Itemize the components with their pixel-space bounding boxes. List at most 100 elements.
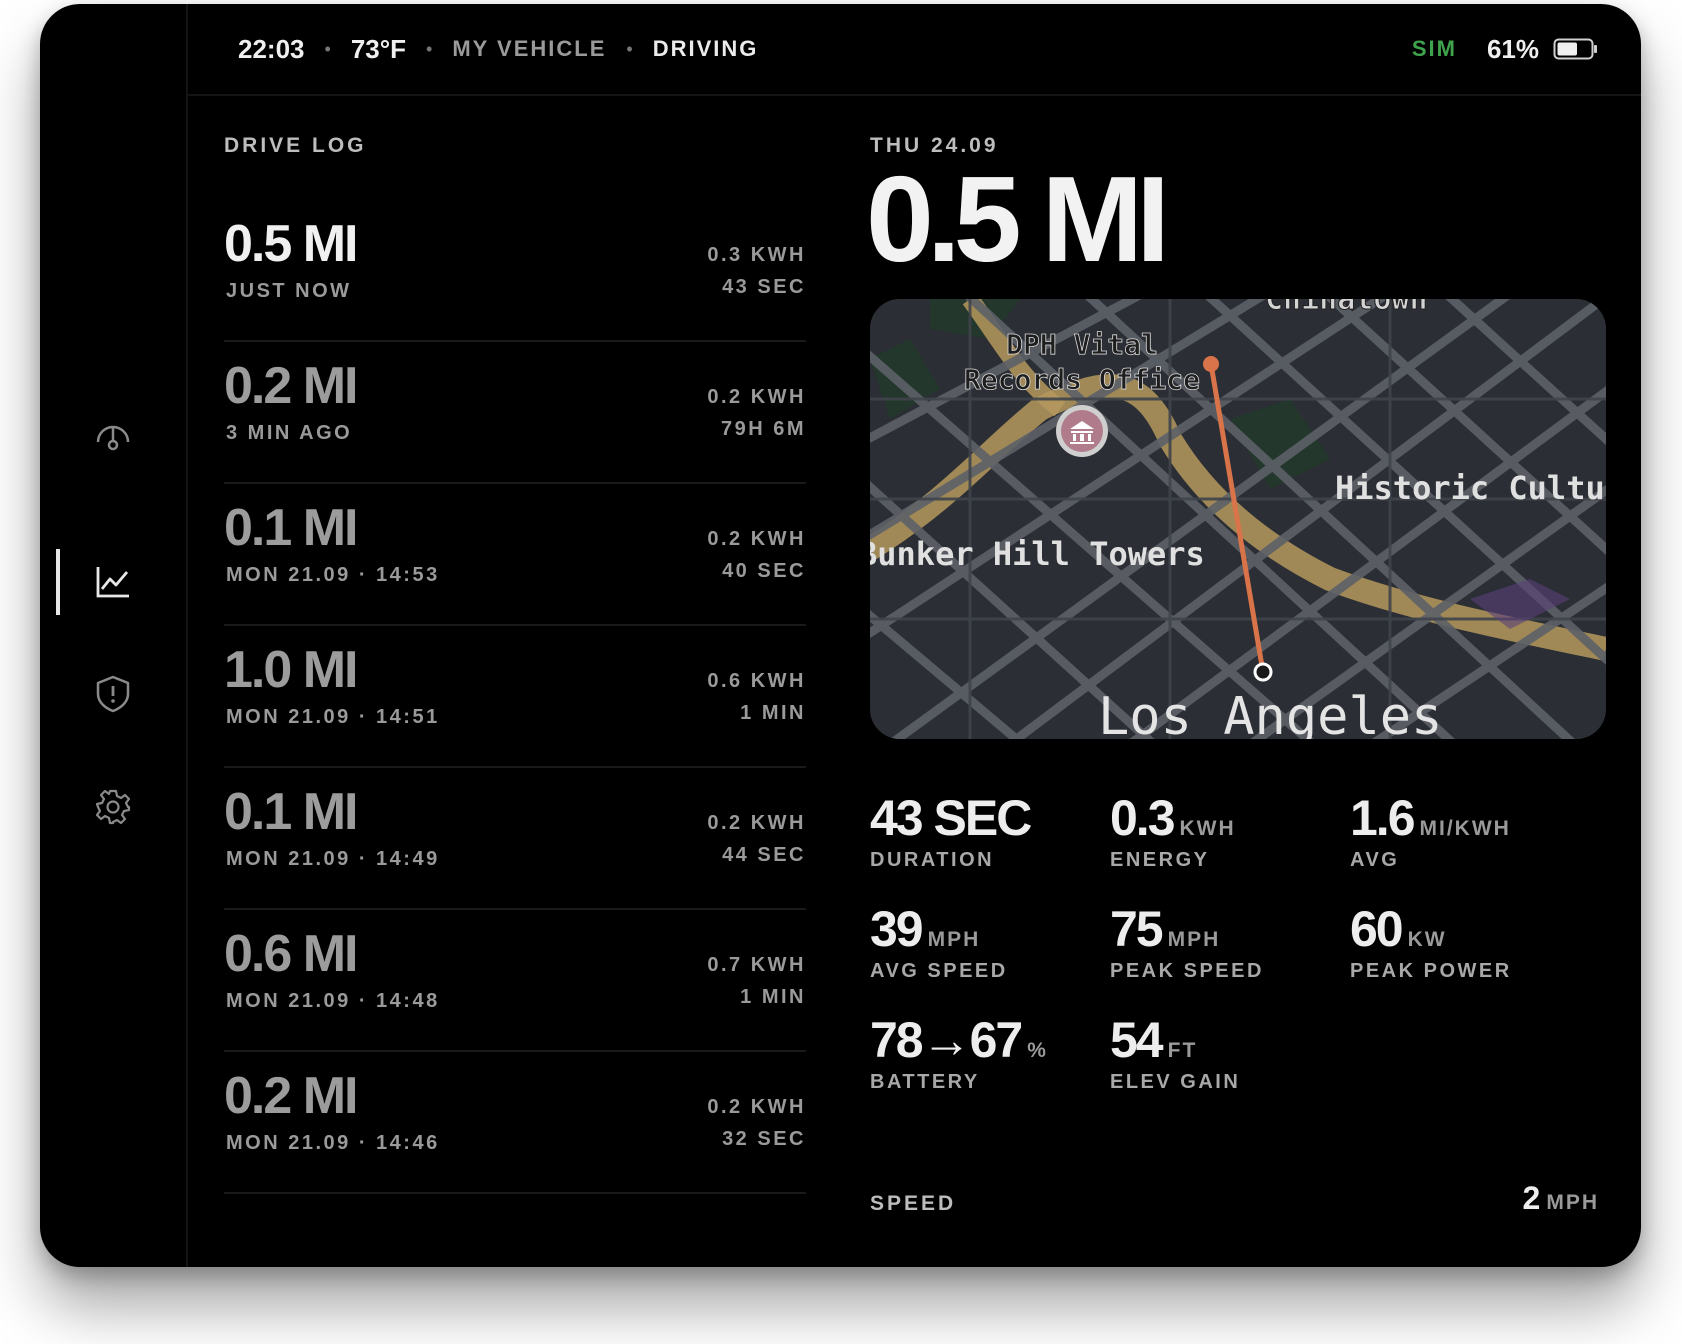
drive-duration: 44 SEC xyxy=(722,844,806,866)
drive-duration: 1 MIN xyxy=(740,986,806,1008)
stat-peak-power: 60 KW PEAK POWER xyxy=(1350,900,1512,983)
stat-value: 1.6 xyxy=(1350,790,1416,846)
stat-energy: 0.3 KWH ENERGY xyxy=(1110,789,1236,872)
map-canvas: Chinatown DPH Vital Records Office Histo… xyxy=(870,299,1606,739)
poi-government-icon[interactable] xyxy=(1056,405,1108,457)
sidebar xyxy=(40,4,188,1267)
drive-when: MON 21.09 · 14:51 xyxy=(226,706,440,728)
drive-distance: 0.2 MI xyxy=(224,357,358,415)
map-label-bunker-hill: Bunker Hill Towers xyxy=(870,535,1205,573)
drive-when: MON 21.09 · 14:49 xyxy=(226,848,440,870)
sim-indicator: SIM xyxy=(1411,36,1457,61)
map-label-dph-2: Records Office xyxy=(964,363,1200,396)
stat-value: 43 SEC xyxy=(870,790,1032,846)
drive-when: MON 21.09 · 14:53 xyxy=(226,564,440,586)
battery-percent: 61% xyxy=(1486,33,1539,64)
stat-unit: % xyxy=(1027,1039,1048,1062)
stat-avg-speed: 39 MPH AVG SPEED xyxy=(870,900,1008,983)
chart-icon xyxy=(96,567,129,598)
speed-unit: MPH xyxy=(1546,1191,1599,1214)
stat-value: 39 xyxy=(870,901,924,957)
speed-label: SPEED xyxy=(870,1192,957,1215)
stat-value: 54 xyxy=(1110,1012,1164,1068)
sidebar-item-settings[interactable] xyxy=(40,772,186,842)
drive-when: MON 21.09 · 14:46 xyxy=(226,1132,440,1154)
stat-label: PEAK SPEED xyxy=(1110,960,1264,982)
sidebar-item-chart[interactable] xyxy=(40,547,186,617)
map-label-los-angeles: Los Angeles xyxy=(1098,687,1442,739)
stat-label: AVG xyxy=(1350,849,1400,871)
route-start-marker xyxy=(1203,356,1219,372)
drive-energy: 0.3 KWH xyxy=(707,244,806,266)
drive-log-panel: DRIVE LOG 0.5 MI JUST NOW 0.3 KWH 43 SEC… xyxy=(224,134,806,1194)
stat-unit: MPH xyxy=(1167,928,1221,951)
map-label-chinatown: Chinatown xyxy=(1265,299,1428,317)
gear-icon xyxy=(95,789,131,825)
drive-detail-panel: THU 24.09 0.5 MI Chinatown DPH Vital Rec… xyxy=(866,134,1606,1093)
drive-duration: 1 MIN xyxy=(740,702,806,724)
sidebar-item-safety[interactable] xyxy=(40,659,186,729)
drive-log-row[interactable]: 0.2 MI 3 MIN AGO 0.2 KWH 79H 6M xyxy=(224,342,806,484)
drive-log-row[interactable]: 0.2 MI MON 21.09 · 14:46 0.2 KWH 32 SEC xyxy=(224,1052,806,1194)
route-map[interactable]: Chinatown DPH Vital Records Office Histo… xyxy=(870,299,1606,739)
drive-energy: 0.2 KWH xyxy=(707,386,806,408)
stat-battery: 78→67% BATTERY xyxy=(870,1011,1048,1094)
stat-elevation-gain: 54 FT ELEV GAIN xyxy=(1110,1011,1240,1094)
drive-when: JUST NOW xyxy=(226,280,352,302)
stat-unit: MI/KWH xyxy=(1419,817,1511,840)
battery-icon xyxy=(1553,38,1597,60)
shield-alert-icon xyxy=(96,675,130,713)
temperature: 73°F xyxy=(350,33,407,64)
detail-distance: 0.5 MI xyxy=(866,151,1170,287)
stat-label: BATTERY xyxy=(870,1071,980,1093)
drive-energy: 0.2 KWH xyxy=(707,1096,806,1118)
drive-distance: 0.6 MI xyxy=(224,925,358,983)
drive-energy: 0.2 KWH xyxy=(707,812,806,834)
drive-log-list: 0.5 MI JUST NOW 0.3 KWH 43 SEC 0.2 MI 3 … xyxy=(224,200,806,1194)
drive-distance: 0.5 MI xyxy=(224,215,358,273)
drive-log-row[interactable]: 0.1 MI MON 21.09 · 14:53 0.2 KWH 40 SEC xyxy=(224,484,806,626)
stat-peak-speed: 75 MPH PEAK SPEED xyxy=(1110,900,1264,983)
drive-distance: 0.1 MI xyxy=(224,783,358,841)
status-right: SIM 61% xyxy=(1412,4,1599,94)
drive-energy: 0.2 KWH xyxy=(707,528,806,550)
drive-distance: 0.1 MI xyxy=(224,499,358,557)
separator-dot: • xyxy=(426,38,433,59)
stat-value: 78→67 xyxy=(870,1012,1023,1068)
drive-log-row[interactable]: 0.1 MI MON 21.09 · 14:49 0.2 KWH 44 SEC xyxy=(224,768,806,910)
speed-value: 2 xyxy=(1522,1180,1541,1216)
stat-label: DURATION xyxy=(870,849,995,871)
stat-value: 0.3 xyxy=(1110,790,1176,846)
drive-when: 3 MIN AGO xyxy=(226,422,353,444)
drive-distance: 0.2 MI xyxy=(224,1067,358,1125)
app-window: 22:03 • 73°F • MY VEHICLE • DRIVING SIM … xyxy=(40,4,1641,1267)
drive-log-title: DRIVE LOG xyxy=(224,134,367,157)
sidebar-item-gauge[interactable] xyxy=(40,401,186,471)
drive-log-row[interactable]: 1.0 MI MON 21.09 · 14:51 0.6 KWH 1 MIN xyxy=(224,626,806,768)
clock: 22:03 xyxy=(238,33,305,64)
stat-avg-efficiency: 1.6 MI/KWH AVG xyxy=(1350,789,1511,872)
drive-energy: 0.7 KWH xyxy=(707,954,806,976)
stat-value: 60 xyxy=(1350,901,1404,957)
drive-duration: 40 SEC xyxy=(722,560,806,582)
stat-label: PEAK POWER xyxy=(1350,960,1512,982)
drive-log-row[interactable]: 0.5 MI JUST NOW 0.3 KWH 43 SEC xyxy=(224,200,806,342)
gauge-icon xyxy=(96,425,130,451)
drive-state: DRIVING xyxy=(652,36,759,61)
stat-duration: 43 SEC DURATION xyxy=(870,789,1036,872)
stat-label: ENERGY xyxy=(1110,849,1210,871)
drive-distance: 1.0 MI xyxy=(224,641,358,699)
stat-label: AVG SPEED xyxy=(870,960,1008,982)
vehicle-name[interactable]: MY VEHICLE xyxy=(452,36,606,62)
drive-log-row[interactable]: 0.6 MI MON 21.09 · 14:48 0.7 KWH 1 MIN xyxy=(224,910,806,1052)
stat-label: ELEV GAIN xyxy=(1110,1071,1241,1093)
drive-duration: 32 SEC xyxy=(722,1128,806,1150)
separator-dot: • xyxy=(626,38,633,59)
stat-unit: KW xyxy=(1407,928,1447,951)
speed-readout: 2 MPH xyxy=(1523,1180,1599,1217)
stat-unit: FT xyxy=(1167,1039,1198,1062)
drive-when: MON 21.09 · 14:48 xyxy=(226,990,440,1012)
status-bar: 22:03 • 73°F • MY VEHICLE • DRIVING SIM … xyxy=(188,4,1641,96)
stat-value: 75 xyxy=(1110,901,1164,957)
separator-dot: • xyxy=(324,38,331,59)
